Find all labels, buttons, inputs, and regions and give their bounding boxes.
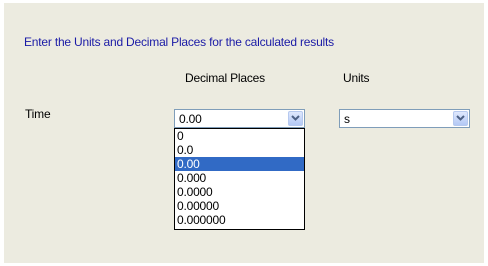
- decimal-places-header: Decimal Places: [185, 71, 265, 85]
- decimal-places-value: 0.00: [179, 112, 202, 126]
- dropdown-option[interactable]: 0.00000: [175, 199, 304, 213]
- chevron-down-icon: [456, 115, 465, 121]
- units-value: s: [344, 112, 350, 126]
- decimal-places-combobox[interactable]: 0.00: [174, 109, 305, 128]
- time-label: Time: [25, 107, 51, 121]
- dropdown-option[interactable]: 0.000000: [175, 213, 304, 227]
- dropdown-option[interactable]: 0.000: [175, 171, 304, 185]
- units-combobox[interactable]: s: [339, 109, 470, 128]
- dropdown-option[interactable]: 0: [175, 129, 304, 143]
- decimal-places-dropdown-list: 0 0.0 0.00 0.000 0.0000 0.00000 0.000000: [174, 128, 305, 230]
- settings-panel: Enter the Units and Decimal Places for t…: [4, 3, 484, 263]
- dropdown-option[interactable]: 0.0000: [175, 185, 304, 199]
- dropdown-option[interactable]: 0.00: [175, 157, 304, 171]
- dropdown-option[interactable]: 0.0: [175, 143, 304, 157]
- decimal-places-dropdown-button[interactable]: [288, 111, 303, 126]
- units-header: Units: [343, 71, 370, 85]
- units-dropdown-button[interactable]: [453, 111, 468, 126]
- instruction-text: Enter the Units and Decimal Places for t…: [24, 35, 334, 49]
- chevron-down-icon: [291, 115, 300, 121]
